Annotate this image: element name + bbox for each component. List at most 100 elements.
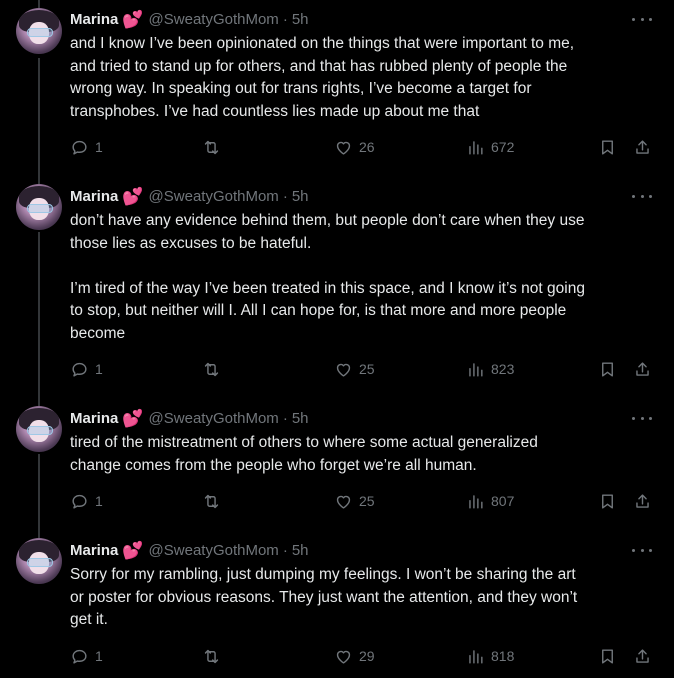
separator-dot: · (282, 10, 288, 28)
reply-button[interactable]: 1 (70, 358, 103, 380)
tweet-text: tired of the mistreatment of others to w… (70, 434, 538, 474)
tweet[interactable]: Marina 💕 @SweatyGothMom · 5h Sorry for m… (0, 528, 674, 678)
like-count: 26 (359, 139, 375, 155)
repost-icon (204, 494, 219, 508)
more-icon[interactable] (632, 12, 652, 26)
repost-button[interactable] (202, 136, 221, 158)
bookmark-button[interactable] (598, 358, 617, 380)
user-handle[interactable]: @SweatyGothMom (149, 188, 279, 205)
reply-count: 1 (95, 493, 103, 509)
more-icon[interactable] (632, 543, 652, 557)
tweet-header: Marina 💕 @SweatyGothMom · 5h (70, 185, 309, 207)
timestamp[interactable]: 5h (292, 410, 309, 427)
display-name[interactable]: Marina (70, 188, 118, 205)
like-count: 25 (359, 493, 375, 509)
like-count: 25 (359, 361, 375, 377)
separator-dot: · (282, 187, 288, 205)
avatar[interactable] (16, 184, 62, 230)
share-button[interactable] (633, 490, 652, 512)
tweet-actions: 1 25 823 (70, 358, 660, 380)
views-icon (469, 140, 483, 155)
like-button[interactable]: 26 (334, 136, 375, 158)
views-button[interactable]: 807 (466, 490, 514, 512)
tweet-header: Marina 💕 @SweatyGothMom · 5h (70, 539, 309, 561)
repost-button[interactable] (202, 645, 221, 667)
share-icon (636, 361, 649, 376)
like-count: 29 (359, 648, 375, 664)
bookmark-button[interactable] (598, 645, 617, 667)
repost-icon (204, 649, 219, 663)
views-button[interactable]: 823 (466, 358, 514, 380)
tweet-header: Marina 💕 @SweatyGothMom · 5h (70, 8, 309, 30)
more-icon[interactable] (632, 189, 652, 203)
like-button[interactable]: 29 (334, 645, 375, 667)
timestamp[interactable]: 5h (292, 11, 309, 28)
avatar[interactable] (16, 406, 62, 452)
timestamp[interactable]: 5h (292, 542, 309, 559)
tweet-header: Marina 💕 @SweatyGothMom · 5h (70, 407, 309, 429)
avatar[interactable] (16, 8, 62, 54)
heart-icon (336, 495, 351, 509)
views-count: 823 (491, 361, 515, 377)
views-button[interactable]: 818 (466, 645, 514, 667)
reply-button[interactable]: 1 (70, 645, 103, 667)
reply-icon (72, 362, 87, 377)
tweet[interactable]: Marina 💕 @SweatyGothMom · 5h and I know … (0, 0, 674, 174)
reply-button[interactable]: 1 (70, 136, 103, 158)
tweet[interactable]: Marina 💕 @SweatyGothMom · 5h tired of th… (0, 396, 674, 528)
share-button[interactable] (633, 358, 652, 380)
tweet-actions: 1 25 807 (70, 490, 660, 512)
views-icon (469, 494, 483, 509)
views-icon (469, 649, 483, 664)
reply-count: 1 (95, 361, 103, 377)
share-button[interactable] (633, 645, 652, 667)
separator-dot: · (282, 541, 288, 559)
tweet-actions: 1 29 818 (70, 645, 660, 667)
bookmark-icon (602, 139, 613, 155)
tweet[interactable]: Marina 💕 @SweatyGothMom · 5h don’t have … (0, 174, 674, 396)
reply-button[interactable]: 1 (70, 490, 103, 512)
tweet-actions: 1 26 672 (70, 136, 660, 158)
bookmark-icon (602, 493, 613, 509)
heart-emoji: 💕 (122, 9, 144, 29)
user-handle[interactable]: @SweatyGothMom (149, 542, 279, 559)
user-handle[interactable]: @SweatyGothMom (149, 11, 279, 28)
views-count: 672 (491, 139, 515, 155)
bookmark-icon (602, 648, 613, 664)
heart-emoji: 💕 (122, 540, 144, 560)
bookmark-icon (602, 361, 613, 377)
share-icon (636, 648, 649, 663)
timestamp[interactable]: 5h (292, 188, 309, 205)
display-name[interactable]: Marina (70, 11, 118, 28)
heart-icon (336, 363, 351, 377)
like-button[interactable]: 25 (334, 490, 375, 512)
bookmark-button[interactable] (598, 136, 617, 158)
repost-button[interactable] (202, 358, 221, 380)
share-button[interactable] (633, 136, 652, 158)
tweet-text: don’t have any evidence behind them, but… (70, 212, 585, 342)
heart-icon (336, 650, 351, 664)
like-button[interactable]: 25 (334, 358, 375, 380)
more-icon[interactable] (632, 411, 652, 425)
user-handle[interactable]: @SweatyGothMom (149, 410, 279, 427)
heart-emoji: 💕 (122, 408, 144, 428)
display-name[interactable]: Marina (70, 542, 118, 559)
reply-icon (72, 494, 87, 509)
heart-icon (336, 141, 351, 155)
avatar[interactable] (16, 538, 62, 584)
heart-emoji: 💕 (122, 186, 144, 206)
views-icon (469, 362, 483, 377)
separator-dot: · (282, 409, 288, 427)
reply-count: 1 (95, 648, 103, 664)
repost-button[interactable] (202, 490, 221, 512)
bookmark-button[interactable] (598, 490, 617, 512)
views-button[interactable]: 672 (466, 136, 514, 158)
repost-icon (204, 362, 219, 376)
tweet-text: and I know I’ve been opinionated on the … (70, 35, 575, 120)
tweet-text: Sorry for my rambling, just dumping my f… (70, 566, 578, 628)
reply-count: 1 (95, 139, 103, 155)
views-count: 818 (491, 648, 515, 664)
repost-icon (204, 140, 219, 154)
display-name[interactable]: Marina (70, 410, 118, 427)
reply-icon (72, 649, 87, 664)
